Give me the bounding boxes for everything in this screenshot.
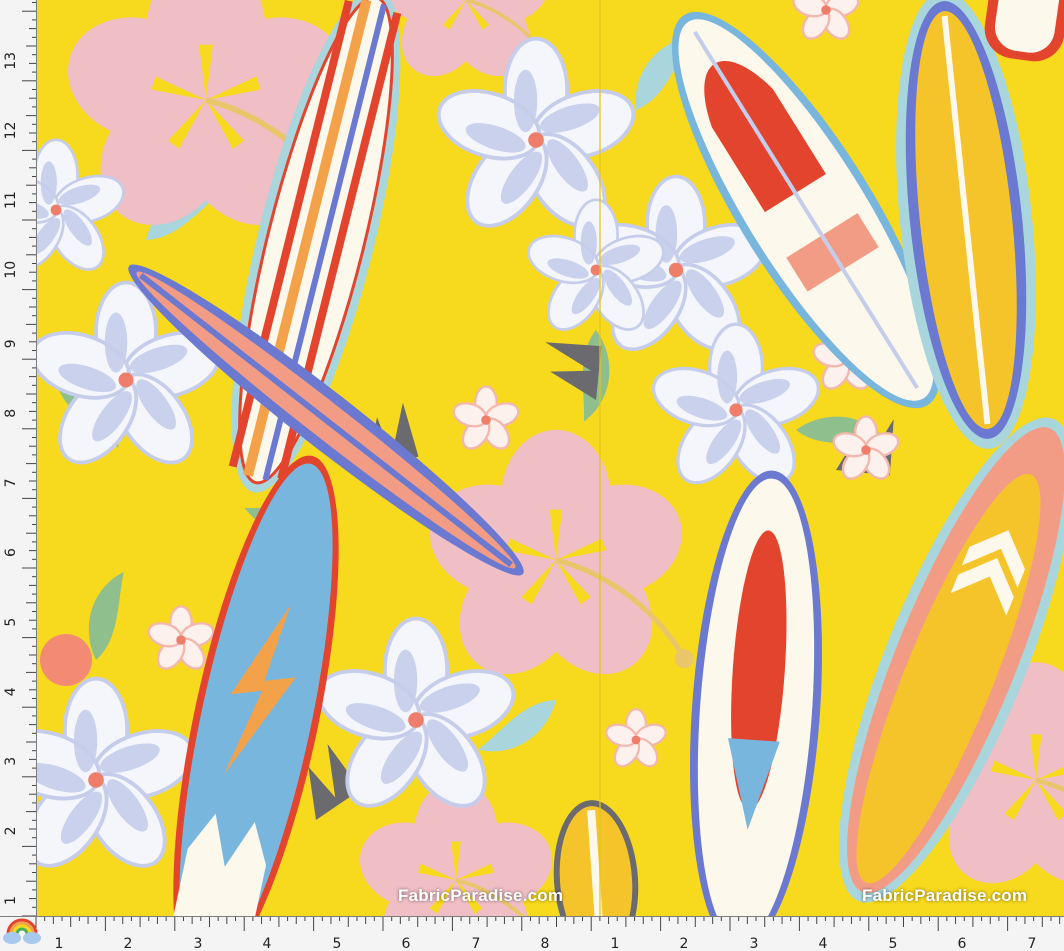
ruler-left-number: 6 [3,548,19,557]
ruler-bottom-number: 3 [750,936,759,951]
ruler-bottom-number: 3 [194,936,203,951]
ruler-left: 13 12 11 10 9 8 7 6 5 4 3 2 1 [0,0,37,916]
watermark-right: FabricParadise.com [862,886,1028,905]
ruler-bottom-number: 2 [124,936,133,951]
ruler-bottom-number: 7 [1028,936,1037,951]
ruler-left-number: 10 [3,261,19,279]
ruler-left-number: 3 [3,757,19,766]
ruler-left-number: 8 [3,409,19,418]
ruler-left-number: 9 [3,339,19,348]
ruler-bottom-number: 4 [819,936,828,951]
ruler-left-number: 4 [3,687,19,696]
ruler-left-number: 1 [3,896,19,905]
ruler-bottom-number: 6 [402,936,411,951]
ruler-bottom-number: 8 [541,936,550,951]
ruler-left-number: 13 [3,52,19,70]
ruler-bottom-number: 4 [263,936,272,951]
ruler-bottom-number: 1 [611,936,620,951]
ruler-left-number: 11 [3,191,19,209]
watermark-left: FabricParadise.com [398,886,564,905]
ruler-bottom-number: 1 [55,936,64,951]
ruler-bottom-number: 6 [958,936,967,951]
ruler-left-number: 12 [3,122,19,140]
ruler-bottom-number: 5 [333,936,342,951]
ruler-bottom-number: 5 [889,936,898,951]
ruler-bottom-number: 2 [680,936,689,951]
ruler-left-number: 5 [3,618,19,627]
cloud-rainbow-icon [3,918,41,944]
ruler-bottom: 1 2 3 4 5 6 7 8 1 2 3 4 5 6 7 [0,916,1064,951]
ruler-left-number: 7 [3,478,19,487]
fabric-swatch-image: 13 12 11 10 9 8 7 6 5 4 3 2 1 123456781234567 Fabric… [0,0,1064,951]
fabric-print [36,0,1064,916]
ruler-bottom-number: 7 [472,936,481,951]
ruler-left-number: 2 [3,826,19,835]
